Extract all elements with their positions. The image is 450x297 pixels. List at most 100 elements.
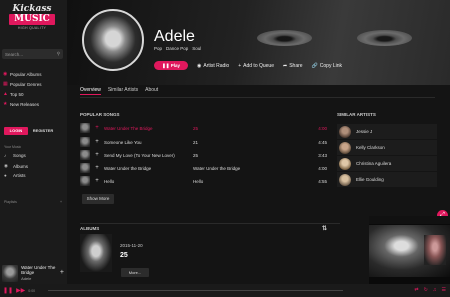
more-button[interactable]: More...	[121, 268, 149, 277]
add-icon[interactable]: +	[90, 152, 104, 158]
song-title: Water Under The Bridge	[104, 125, 153, 131]
logo[interactable]: Kickass MUSIC HIGH QUALITY	[6, 4, 58, 38]
copy-link-button[interactable]: 🔗 Copy Link	[312, 63, 342, 69]
sort-icon[interactable]: ⇅	[322, 225, 327, 232]
your-music-heading: Your Music	[4, 145, 22, 149]
pause-icon[interactable]: ❚❚	[3, 287, 13, 294]
similar-artist-item[interactable]: Jessie J	[337, 124, 437, 139]
tab-about[interactable]: About	[145, 87, 158, 95]
artist-avatar	[339, 141, 351, 154]
artist-radio-button[interactable]: ◉ Artist Radio	[197, 63, 229, 69]
song-album[interactable]: 25	[193, 153, 305, 158]
login-button[interactable]: LOGIN	[4, 127, 28, 135]
disc-icon: ◉	[4, 163, 8, 168]
song-album[interactable]: 25	[193, 126, 305, 131]
add-icon[interactable]: +	[90, 125, 104, 131]
add-playlist-button[interactable]: +	[60, 200, 62, 204]
logo-line-1: Kickass	[12, 4, 52, 14]
plus-icon: +	[238, 62, 242, 69]
similar-artists-heading: SIMILAR ARTISTS	[337, 112, 376, 117]
similar-artist-item[interactable]: Christina Aguilera	[337, 156, 437, 171]
album-title[interactable]: 25	[120, 252, 128, 259]
share-label: Share	[289, 62, 303, 69]
shuffle-icon[interactable]: ⇄	[414, 287, 418, 293]
add-to-queue-button[interactable]: + Add to Queue	[238, 63, 274, 69]
your-music-artists[interactable]: ● Artists	[4, 173, 64, 178]
genre-tag[interactable]: Pop	[154, 46, 162, 51]
main-nav: ◉ Popular Albums ▦ Popular Genres ▲ Top …	[3, 69, 65, 109]
search-icon[interactable]: ⚲	[57, 51, 60, 57]
grid-icon: ▦	[3, 81, 8, 87]
song-title: Hello	[104, 178, 115, 184]
radio-icon: ◉	[197, 62, 202, 69]
song-album[interactable]: 21	[193, 140, 305, 145]
add-icon[interactable]: +	[60, 269, 64, 276]
playlists-header: Playlists +	[4, 200, 62, 204]
artist-avatar	[82, 9, 144, 71]
logo-line-2: MUSIC	[9, 14, 55, 25]
register-button[interactable]: REGISTER	[31, 127, 55, 135]
show-more-button[interactable]: Show More	[82, 194, 114, 204]
song-row[interactable]: + Water Under The Bridge 25 4:00	[80, 122, 327, 134]
your-music-albums[interactable]: ◉ Albums	[4, 163, 64, 169]
share-button[interactable]: ➦ Share	[283, 63, 303, 69]
play-button[interactable]: ❚❚ Play	[154, 61, 188, 70]
video-figure	[424, 235, 446, 265]
video-topbar	[369, 216, 450, 224]
nav-item-popular-genres[interactable]: ▦ Popular Genres	[3, 79, 65, 89]
genre-tag[interactable]: Soul	[192, 46, 201, 51]
link-icon: 🔗	[311, 62, 318, 69]
queue-icon[interactable]: ☰	[442, 287, 446, 293]
similar-artist-item[interactable]: Kelly Clarkson	[337, 140, 437, 155]
share-icon: ➦	[283, 62, 288, 69]
song-duration: 4:00	[318, 165, 327, 171]
song-row[interactable]: + Hello Hello 4:55	[80, 175, 327, 187]
now-playing-cover	[2, 264, 19, 282]
album-cover[interactable]	[80, 234, 112, 272]
song-duration: 3:43	[318, 152, 327, 158]
repeat-icon[interactable]: ↻	[424, 287, 428, 293]
similar-artist-name: Kelly Clarkson	[356, 145, 385, 150]
nav-label: Top 50	[10, 91, 24, 97]
hero-image	[257, 30, 312, 46]
player-bar: ❚❚ ▶▶ 0:00 ⇄ ↻ ♫ ☰	[0, 284, 450, 297]
similar-artist-name: Ellie Goulding	[356, 177, 384, 182]
nav-item-popular-albums[interactable]: ◉ Popular Albums	[3, 69, 65, 79]
nav-item-new-releases[interactable]: ★ New Releases	[3, 99, 65, 109]
artist-radio-label: Artist Radio	[203, 62, 230, 69]
artist-avatar	[339, 157, 351, 170]
song-row[interactable]: + Send My Love (To Your New Lover) 25 3:…	[80, 149, 327, 161]
next-icon[interactable]: ▶▶	[16, 287, 25, 294]
tab-overview[interactable]: Overview	[80, 87, 101, 95]
tab-similar-artists[interactable]: Similar Artists	[108, 87, 138, 95]
now-playing-artist: Adele	[21, 276, 32, 281]
song-title: Send My Love (To Your New Lover)	[104, 152, 175, 158]
nav-label: Popular Genres	[10, 81, 42, 87]
video-frame	[369, 225, 450, 277]
now-playing[interactable]: Water Under The Bridge Adele +	[0, 262, 67, 284]
artist-tabs: Overview Similar Artists About	[80, 87, 158, 95]
player-controls: ⇄ ↻ ♫ ☰	[414, 287, 446, 293]
add-icon[interactable]: +	[90, 139, 104, 145]
volume-icon[interactable]: ♫	[433, 287, 437, 293]
your-music-songs[interactable]: ♪ Songs	[4, 153, 64, 158]
search-input[interactable]: Search... ⚲	[2, 49, 63, 59]
song-row[interactable]: + Water Under the Bridge Water Under the…	[80, 162, 327, 174]
song-row[interactable]: + Someone Like You 21 4:45	[80, 136, 327, 148]
similar-artist-name: Christina Aguilera	[356, 161, 392, 166]
add-icon[interactable]: +	[90, 165, 104, 171]
artist-avatar	[339, 125, 351, 138]
artist-avatar	[339, 173, 351, 186]
progress-bar[interactable]	[48, 290, 343, 291]
album-date: 2015-11-20	[120, 243, 143, 248]
artist-actions: ❚❚ Play ◉ Artist Radio + Add to Queue ➦ …	[154, 61, 342, 70]
song-album[interactable]: Hello	[193, 179, 305, 184]
disc-icon: ◉	[3, 71, 8, 77]
genre-tag[interactable]: Dance Pop	[166, 46, 188, 51]
video-player[interactable]	[369, 216, 450, 285]
song-thumbnail	[80, 137, 90, 147]
add-icon[interactable]: +	[90, 178, 104, 184]
nav-item-top-50[interactable]: ▲ Top 50	[3, 89, 65, 99]
similar-artist-item[interactable]: Ellie Goulding	[337, 172, 437, 187]
song-album[interactable]: Water Under the Bridge	[193, 166, 305, 171]
